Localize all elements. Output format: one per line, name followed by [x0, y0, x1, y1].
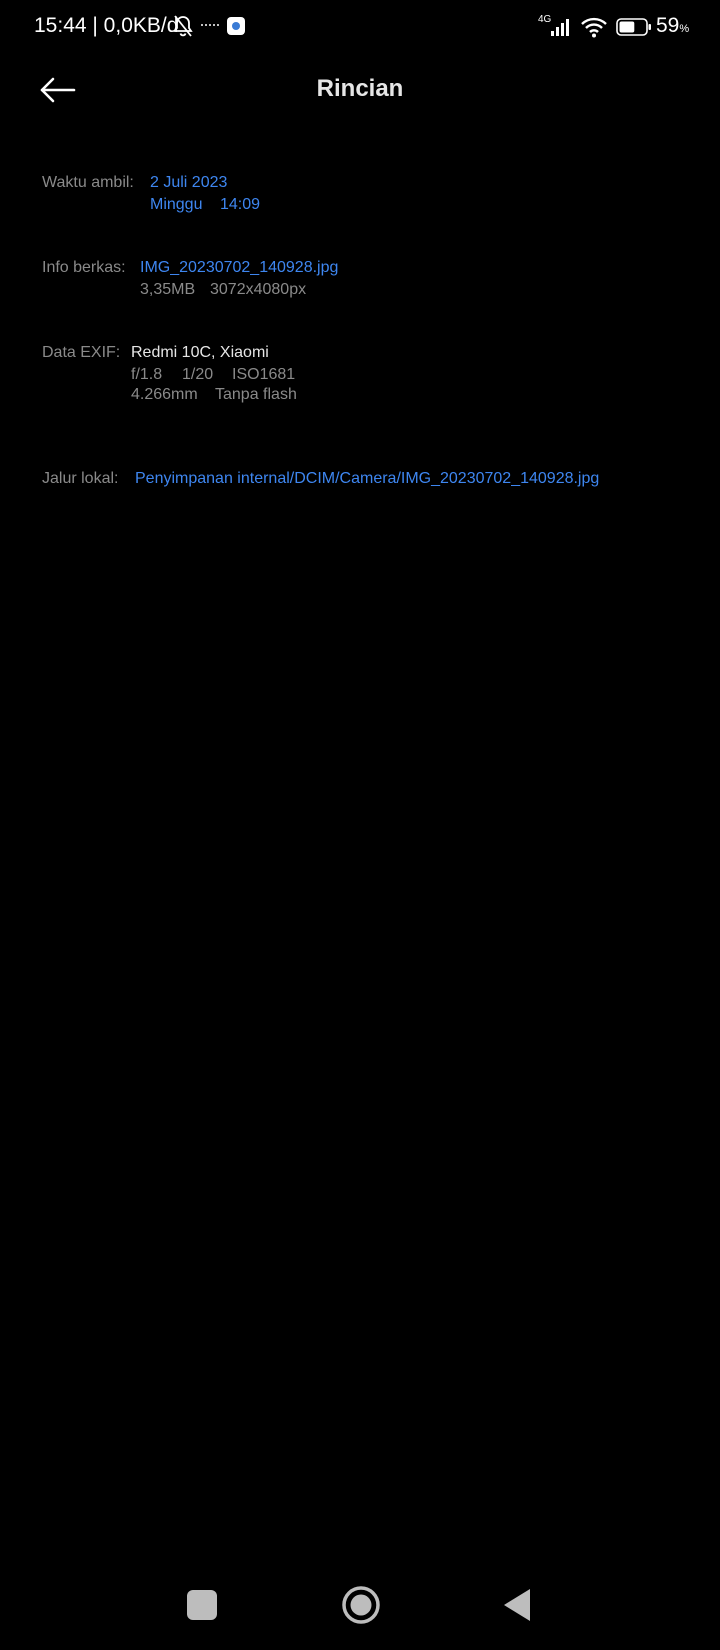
exif-label: Data EXIF:	[42, 344, 121, 361]
file-resolution: 3072x4080px	[210, 281, 307, 298]
local-path-label: Jalur lokal:	[42, 470, 119, 487]
battery-fill	[619, 21, 635, 33]
status-time: 15:44 | 0,0KB/d	[34, 14, 179, 37]
battery-icon	[616, 18, 651, 36]
home-icon[interactable]	[341, 1585, 381, 1625]
exif-shutter: 1/20	[182, 366, 214, 383]
data-speed-icon	[201, 24, 219, 26]
file-name[interactable]: IMG_20230702_140928.jpg	[140, 259, 338, 277]
page-title: Rincian	[316, 75, 404, 102]
file-size: 3,35MB	[140, 281, 196, 298]
exif-aperture: f/1.8	[131, 366, 163, 383]
status-bar: 15:44 | 0,0KB/d 4G 59%	[0, 0, 720, 56]
back-triangle-icon[interactable]	[503, 1588, 531, 1622]
exif-flash: Tanpa flash	[215, 386, 297, 403]
recent-apps-icon[interactable]	[187, 1590, 217, 1620]
exif-focal-length: 4.266mm	[131, 386, 198, 403]
taken-time[interactable]: 14:09	[220, 196, 260, 214]
exif-iso: ISO1681	[232, 366, 296, 383]
wifi-icon	[581, 17, 607, 38]
taken-day[interactable]: Minggu	[150, 196, 202, 214]
taken-date[interactable]: 2 Juli 2023	[150, 174, 227, 192]
local-path[interactable]: Penyimpanan internal/DCIM/Camera/IMG_202…	[135, 470, 599, 488]
exif-device: Redmi 10C, Xiaomi	[131, 344, 269, 361]
file-info-label: Info berkas:	[42, 259, 126, 276]
screen: 15:44 | 0,0KB/d 4G 59% Rincian Waktu amb…	[0, 0, 720, 1650]
app-notification-icon	[227, 17, 245, 35]
battery-unit: %	[679, 23, 690, 35]
taken-time-label: Waktu ambil:	[42, 174, 134, 191]
bell-off-icon	[173, 15, 193, 37]
battery-percent: 59%	[656, 14, 690, 37]
signal-icon	[551, 19, 569, 36]
